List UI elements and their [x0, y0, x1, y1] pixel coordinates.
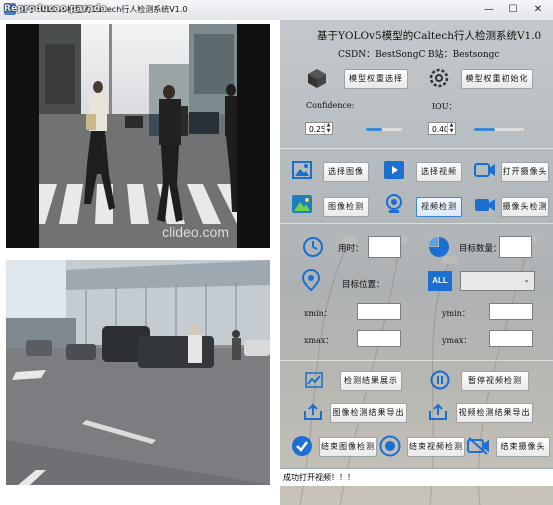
panel-background-art	[299, 236, 538, 505]
confidence-slider[interactable]	[366, 128, 402, 131]
ymax-label: ymax：	[442, 336, 472, 345]
xmax-field	[357, 330, 401, 347]
image-detect-button[interactable]: 图像检测	[323, 197, 369, 217]
iou-spinbox[interactable]: 0.40 ▲ ▼	[428, 122, 456, 135]
end-image-detect-button[interactable]: 结束图像检测	[319, 437, 377, 457]
section-divider	[280, 360, 553, 361]
position-label: 目标位置：	[342, 280, 385, 290]
section-divider	[280, 148, 553, 149]
export-video-results-button[interactable]: 视频检测结果导出	[456, 403, 533, 423]
check-circle-icon	[292, 436, 312, 456]
xmax-label: xmax：	[304, 336, 334, 345]
video-detect-button[interactable]: 视频检测	[416, 197, 462, 217]
clock-icon	[303, 237, 323, 257]
select-image-button[interactable]: 选择图像	[323, 162, 369, 182]
confidence-spinbox[interactable]: 0.25 ▲ ▼	[305, 122, 333, 135]
image-detect-icon	[292, 195, 312, 213]
count-label: 目标数量：	[459, 244, 502, 254]
time-label: 用时：	[338, 244, 364, 254]
maximize-button[interactable]: ☐	[503, 2, 523, 17]
iou-slider[interactable]	[474, 128, 524, 131]
control-panel: 基于YOLOv5模型的Caltech行人检测系统V1.0 CSDN：BestSo…	[280, 20, 553, 505]
upload-icon	[429, 403, 447, 420]
xmin-field	[357, 303, 401, 320]
status-message: 成功打开视频！！！	[283, 473, 355, 482]
minimize-button[interactable]: —	[479, 2, 499, 17]
pause-icon	[430, 370, 450, 390]
close-button[interactable]: ✕	[528, 2, 548, 17]
end-video-detect-button[interactable]: 结束视频检测	[407, 437, 465, 457]
webcam-icon	[386, 194, 402, 213]
cube-icon	[308, 69, 326, 88]
confidence-label: Confidence:	[306, 101, 355, 110]
target-select[interactable]: ⌄	[460, 271, 535, 291]
spin-arrows-icon[interactable]: ▲ ▼	[447, 122, 455, 134]
pie-chart-icon	[429, 237, 449, 257]
line-chart-icon	[305, 372, 323, 388]
bilibili-label: B站：Bestsongc	[428, 50, 500, 60]
upload-icon	[304, 403, 322, 420]
spin-arrows-icon[interactable]: ▲ ▼	[324, 122, 332, 134]
video-display-detected	[6, 260, 270, 485]
ymin-field	[489, 303, 533, 320]
init-weights-button[interactable]: 模型权重初始化	[461, 69, 533, 89]
video-display-original: clideo.com	[6, 24, 270, 248]
open-camera-button[interactable]: 打开摄像头	[501, 162, 549, 182]
xmin-label: xmin：	[304, 309, 332, 318]
count-field	[499, 236, 532, 258]
camera-detect-icon	[475, 199, 495, 211]
select-weights-button[interactable]: 模型权重选择	[344, 69, 408, 89]
select-video-button[interactable]: 选择视频	[416, 162, 462, 182]
video-panel: clideo.com	[0, 20, 280, 505]
end-camera-button[interactable]: 结束摄像头	[496, 437, 550, 457]
video-watermark: clideo.com	[162, 224, 229, 240]
csdn-label: CSDN：BestSongC	[338, 50, 426, 60]
show-results-button[interactable]: 检测结果展示	[340, 371, 402, 391]
image-icon	[292, 161, 312, 179]
detection-frame-image	[6, 260, 270, 485]
camera-detect-button[interactable]: 摄像头检测	[501, 197, 549, 217]
status-bar: 成功打开视频！！！	[280, 468, 553, 486]
title-bar: 基于YOLOv5模型的Caltech行人检测系统V1.0 Reproducao …	[0, 0, 553, 21]
video-frame-image	[39, 24, 237, 248]
iou-slider-fill	[474, 128, 495, 131]
chevron-down-icon: ⌄	[523, 275, 530, 284]
time-field	[368, 236, 401, 258]
settings-icon	[429, 68, 449, 88]
iou-label: IOU：	[432, 102, 457, 111]
location-pin-icon	[302, 269, 320, 291]
ymin-label: ymin：	[442, 309, 470, 318]
video-file-icon	[384, 161, 404, 179]
export-image-results-button[interactable]: 图像检测结果导出	[330, 403, 407, 423]
ymax-field	[489, 330, 533, 347]
pause-video-button[interactable]: 暂停视频检测	[461, 371, 529, 391]
all-icon: ALL	[428, 271, 452, 291]
stop-record-icon	[379, 435, 401, 457]
confidence-slider-fill	[366, 128, 383, 131]
camera-icon	[474, 163, 495, 177]
system-title: 基于YOLOv5模型的Caltech行人检测系统V1.0	[317, 30, 542, 42]
street-video-frame: clideo.com	[39, 24, 237, 248]
video-watermark-label: Reproducao parada	[4, 4, 107, 14]
section-divider	[280, 223, 553, 224]
camera-off-icon	[467, 437, 489, 455]
